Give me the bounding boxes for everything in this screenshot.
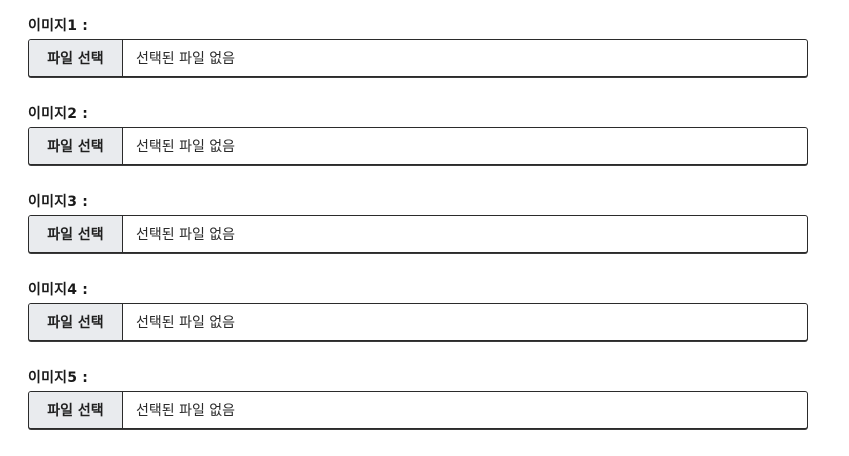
image-label-5: 이미지5 : [28,370,89,386]
image-label-3: 이미지3 : [28,194,89,210]
image-field-5: 이미지5 : 파일 선택 선택된 파일 없음 [28,369,808,429]
image-upload-form: 이미지1 : 파일 선택 선택된 파일 없음 이미지2 : 파일 선택 선택된 … [0,0,849,456]
file-input-1[interactable]: 파일 선택 선택된 파일 없음 [28,39,808,77]
choose-file-button-5[interactable]: 파일 선택 [29,392,123,428]
file-status-text-1: 선택된 파일 없음 [136,51,236,67]
image-label-4: 이미지4 : [28,282,89,298]
image-field-2: 이미지2 : 파일 선택 선택된 파일 없음 [28,105,808,165]
image-field-1: 이미지1 : 파일 선택 선택된 파일 없음 [28,17,808,77]
file-status-text-2: 선택된 파일 없음 [136,139,236,155]
file-input-5[interactable]: 파일 선택 선택된 파일 없음 [28,391,808,429]
choose-file-button-2[interactable]: 파일 선택 [29,128,123,164]
image-label-1: 이미지1 : [28,18,89,34]
image-label-2: 이미지2 : [28,106,89,122]
file-input-2[interactable]: 파일 선택 선택된 파일 없음 [28,127,808,165]
file-input-3[interactable]: 파일 선택 선택된 파일 없음 [28,215,808,253]
file-status-text-4: 선택된 파일 없음 [136,315,236,331]
image-field-3: 이미지3 : 파일 선택 선택된 파일 없음 [28,193,808,253]
image-field-4: 이미지4 : 파일 선택 선택된 파일 없음 [28,281,808,341]
choose-file-button-4[interactable]: 파일 선택 [29,304,123,340]
choose-file-button-1[interactable]: 파일 선택 [29,40,123,76]
file-status-text-5: 선택된 파일 없음 [136,403,236,419]
choose-file-button-3[interactable]: 파일 선택 [29,216,123,252]
file-input-4[interactable]: 파일 선택 선택된 파일 없음 [28,303,808,341]
file-status-text-3: 선택된 파일 없음 [136,227,236,243]
